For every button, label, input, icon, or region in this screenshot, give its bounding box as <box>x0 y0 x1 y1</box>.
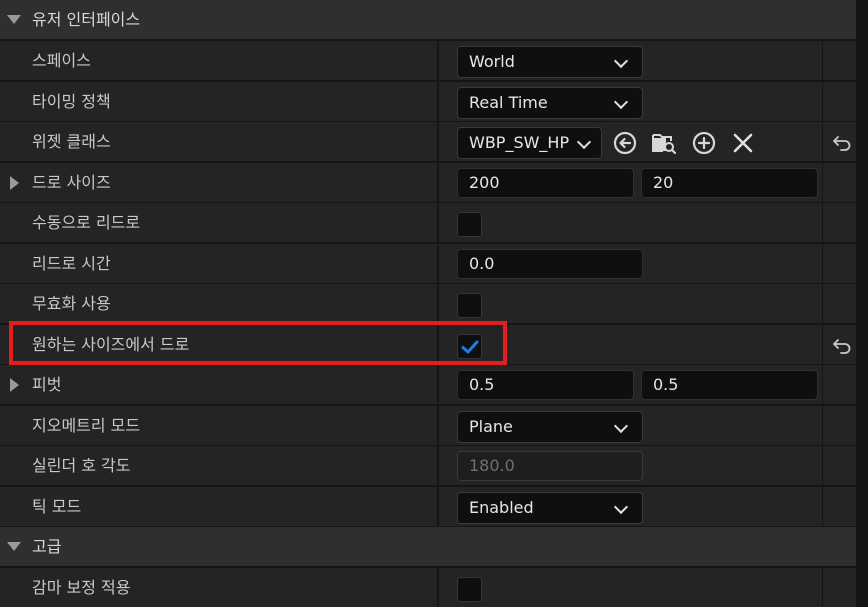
timing-policy-dropdown[interactable]: Real Time <box>457 87 643 119</box>
property-row-redraw-time: 리드로 시간 0.0 <box>0 244 868 284</box>
property-row-apply-gamma-correction: 감마 보정 적용 <box>0 568 868 607</box>
folder-search-icon[interactable] <box>651 130 677 156</box>
pivot-y-field[interactable]: 0.5 <box>641 370 818 400</box>
property-row-geometry-mode: 지오메트리 모드 Plane <box>0 406 868 446</box>
property-row-space: 스페이스 World <box>0 41 868 81</box>
draw-size-y-field[interactable]: 20 <box>641 168 818 198</box>
space-dropdown[interactable]: World <box>457 46 643 78</box>
property-row-pivot: 피벗 0.5 0.5 <box>0 365 868 405</box>
property-label: 리드로 시간 <box>32 254 111 273</box>
dropdown-value: WBP_SW_HP <box>469 133 570 152</box>
property-row-widget-class: 위젯 클래스 WBP_SW_HP <box>0 122 868 162</box>
close-icon[interactable] <box>730 130 756 156</box>
property-label: 위젯 클래스 <box>32 132 111 151</box>
manual-redraw-checkbox[interactable] <box>457 212 482 237</box>
expand-arrow-icon[interactable] <box>10 176 19 190</box>
property-row-use-invalidation: 무효화 사용 <box>0 284 868 324</box>
chevron-down-icon <box>613 418 629 434</box>
property-label: 지오메트리 모드 <box>32 416 141 435</box>
section-header-user-interface[interactable]: 유저 인터페이스 <box>0 0 868 40</box>
arrow-left-circle-icon[interactable] <box>612 130 638 156</box>
cylinder-arc-angle-field: 180.0 <box>457 451 643 481</box>
dropdown-value: Enabled <box>469 498 534 517</box>
dropdown-value: World <box>469 52 515 71</box>
reset-arrow-icon[interactable] <box>832 133 852 153</box>
property-row-draw-size: 드로 사이즈 200 20 <box>0 163 868 203</box>
property-row-timing-policy: 타이밍 정책 Real Time <box>0 82 868 122</box>
apply-gamma-correction-checkbox[interactable] <box>457 577 482 602</box>
property-row-cylinder-arc-angle: 실린더 호 각도 180.0 <box>0 446 868 486</box>
geometry-mode-dropdown[interactable]: Plane <box>457 411 643 443</box>
property-row-tick-mode: 틱 모드 Enabled <box>0 487 868 527</box>
section-title: 고급 <box>32 537 62 556</box>
collapse-arrow-icon[interactable] <box>7 542 21 551</box>
plus-circle-icon[interactable] <box>691 130 717 156</box>
property-label: 실린더 호 각도 <box>32 456 131 475</box>
pivot-x-field[interactable]: 0.5 <box>457 370 634 400</box>
redraw-time-field[interactable]: 0.0 <box>457 249 643 279</box>
reset-arrow-icon[interactable] <box>832 336 852 356</box>
property-label: 스페이스 <box>32 51 91 70</box>
property-row-manual-redraw: 수동으로 리드로 <box>0 203 868 243</box>
expand-arrow-icon[interactable] <box>10 378 19 392</box>
dropdown-value: Plane <box>469 417 513 436</box>
dropdown-value: Real Time <box>469 93 548 112</box>
highlight-box <box>9 321 507 365</box>
draw-size-x-field[interactable]: 200 <box>457 168 634 198</box>
collapse-arrow-icon[interactable] <box>7 15 21 24</box>
section-title: 유저 인터페이스 <box>32 10 141 29</box>
property-label: 틱 모드 <box>32 497 82 516</box>
use-invalidation-checkbox[interactable] <box>457 293 482 318</box>
property-label: 피벗 <box>32 375 62 394</box>
property-label: 타이밍 정책 <box>32 92 111 111</box>
chevron-down-icon <box>613 94 629 110</box>
tick-mode-dropdown[interactable]: Enabled <box>457 492 643 524</box>
property-label: 드로 사이즈 <box>32 173 111 192</box>
chevron-down-icon <box>576 134 592 150</box>
chevron-down-icon <box>613 499 629 515</box>
property-label: 무효화 사용 <box>32 294 111 313</box>
chevron-down-icon <box>613 53 629 69</box>
section-header-advanced[interactable]: 고급 <box>0 527 868 567</box>
property-label: 수동으로 리드로 <box>32 213 141 232</box>
property-label: 감마 보정 적용 <box>32 578 131 597</box>
widget-class-dropdown[interactable]: WBP_SW_HP <box>457 127 602 159</box>
